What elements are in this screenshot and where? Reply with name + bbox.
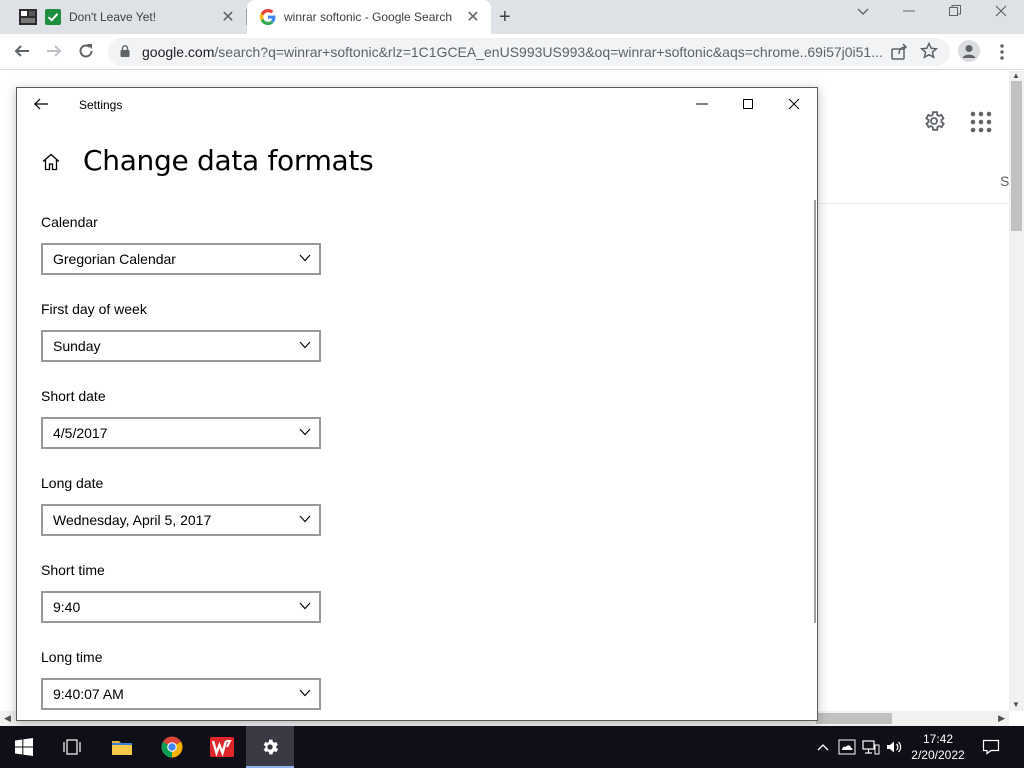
browser-toolbar: google.com/search?q=winrar+softonic&rlz=… <box>0 34 1024 70</box>
chevron-down-icon <box>299 254 311 262</box>
wps-office-icon <box>210 737 234 757</box>
page-title: Change data formats <box>83 144 374 177</box>
tab-search-chevron-icon[interactable] <box>856 4 870 21</box>
field-label: First day of week <box>41 301 147 317</box>
field-label: Long time <box>41 649 103 665</box>
taskbar-clock[interactable]: 17:42 2/20/2022 <box>905 731 971 763</box>
check-box-icon <box>45 9 61 25</box>
address-bar[interactable]: google.com/search?q=winrar+softonic&rlz=… <box>108 38 950 66</box>
notification-center-icon[interactable] <box>982 739 1000 755</box>
chevron-down-icon <box>299 689 311 697</box>
browser-tab-strip: Don't Leave Yet! ✕ winrar softonic - Goo… <box>0 0 1024 34</box>
back-arrow-icon[interactable] <box>33 96 49 112</box>
profile-avatar[interactable] <box>958 40 980 67</box>
dropdown-value: Wednesday, April 5, 2017 <box>53 512 212 528</box>
chevron-down-icon <box>299 428 311 436</box>
settings-window: Settings Change data formats Calendar Gr… <box>16 87 818 721</box>
volume-speaker-icon[interactable] <box>886 739 904 755</box>
tab-dont-leave-yet[interactable]: Don't Leave Yet! ✕ <box>32 0 246 34</box>
chrome-icon <box>161 736 183 758</box>
google-g-icon <box>260 9 276 25</box>
scroll-down-arrow-icon[interactable]: ▼ <box>1012 700 1020 709</box>
long-date-setting: Long date Wednesday, April 5, 2017 <box>41 475 321 536</box>
start-button[interactable] <box>0 726 48 768</box>
onedrive-cloud-icon[interactable] <box>838 739 856 755</box>
short-date-setting: Short date 4/5/2017 <box>41 388 321 449</box>
field-label: Short date <box>41 388 106 404</box>
tab-google-search[interactable]: winrar softonic - Google Search ✕ <box>247 0 491 34</box>
calendar-dropdown[interactable]: Gregorian Calendar <box>41 243 321 275</box>
field-label: Short time <box>41 562 105 578</box>
kebab-menu-icon[interactable] <box>994 43 1010 66</box>
new-tab-button[interactable]: + <box>499 6 511 29</box>
scrollbar-thumb[interactable] <box>816 713 892 724</box>
windows-taskbar: 17:42 2/20/2022 <box>0 726 1024 768</box>
browser-close-button[interactable] <box>994 4 1008 21</box>
scroll-left-arrow-icon[interactable]: ◀ <box>4 713 11 724</box>
url-domain: google.com <box>142 44 215 60</box>
results-divider <box>816 203 1009 204</box>
clock-time: 17:42 <box>922 732 954 746</box>
chevron-down-icon <box>299 515 311 523</box>
share-icon[interactable] <box>890 43 908 66</box>
short-time-dropdown[interactable]: 9:40 <box>41 591 321 623</box>
field-label: Calendar <box>41 214 98 230</box>
settings-gear-icon[interactable] <box>922 109 946 133</box>
settings-taskbar-button[interactable] <box>246 726 294 768</box>
browser-restore-button[interactable] <box>948 4 962 21</box>
file-explorer-icon <box>112 741 132 755</box>
clock-date: 2/20/2022 <box>911 748 965 762</box>
maximize-button[interactable] <box>725 88 771 120</box>
dropdown-value: Sunday <box>53 338 101 354</box>
task-view-icon <box>63 739 81 755</box>
close-tab-icon[interactable]: ✕ <box>218 7 238 27</box>
dropdown-value: Gregorian Calendar <box>53 251 176 267</box>
bookmark-star-icon[interactable] <box>919 41 939 65</box>
windows-start-icon <box>15 738 33 756</box>
lock-icon[interactable] <box>120 45 130 57</box>
long-date-dropdown[interactable]: Wednesday, April 5, 2017 <box>41 504 321 536</box>
dropdown-value: 9:40 <box>53 599 81 615</box>
long-time-dropdown[interactable]: 9:40:07 AM <box>41 678 321 710</box>
google-apps-grid-icon[interactable] <box>970 111 992 133</box>
window-title: Settings <box>79 98 123 112</box>
short-date-dropdown[interactable]: 4/5/2017 <box>41 417 321 449</box>
settings-gear-icon <box>263 739 279 755</box>
network-icon[interactable] <box>862 739 880 755</box>
long-time-setting: Long time 9:40:07 AM <box>41 649 321 710</box>
dropdown-value: 4/5/2017 <box>53 425 108 441</box>
calendar-setting: Calendar Gregorian Calendar <box>41 214 321 275</box>
url-text: google.com/search?q=winrar+softonic&rlz=… <box>142 44 882 60</box>
chevron-down-icon <box>299 341 311 349</box>
partial-text: S <box>1000 173 1010 189</box>
tab-title: Don't Leave Yet! <box>69 10 157 24</box>
first-day-of-week-setting: First day of week Sunday <box>41 301 321 362</box>
field-label: Long date <box>41 475 104 491</box>
close-button[interactable] <box>771 88 817 120</box>
scroll-up-arrow-icon[interactable]: ▲ <box>1012 71 1020 80</box>
task-view-button[interactable] <box>48 726 96 768</box>
chrome-taskbar-button[interactable] <box>148 726 196 768</box>
show-hidden-icons-chevron-icon[interactable] <box>814 739 832 755</box>
url-path: /search?q=winrar+softonic&rlz=1C1GCEA_en… <box>214 44 882 60</box>
tab-title: winrar softonic - Google Search <box>284 10 453 24</box>
close-tab-icon[interactable]: ✕ <box>463 7 483 27</box>
page-vertical-scrollbar[interactable]: ▲ ▼ <box>1009 71 1024 711</box>
browser-minimize-button[interactable] <box>902 4 916 21</box>
scrollbar-thumb[interactable] <box>1011 81 1022 231</box>
short-time-setting: Short time 9:40 <box>41 562 321 623</box>
file-explorer-button[interactable] <box>98 726 146 768</box>
home-icon[interactable] <box>41 152 61 172</box>
back-arrow-icon[interactable] <box>12 42 32 62</box>
dropdown-value: 9:40:07 AM <box>53 686 124 702</box>
chevron-down-icon <box>299 602 311 610</box>
reload-icon[interactable] <box>76 42 96 62</box>
wps-office-button[interactable] <box>198 726 246 768</box>
settings-scrollbar[interactable] <box>814 200 816 623</box>
minimize-button[interactable] <box>679 88 725 120</box>
settings-title-bar: Settings <box>17 88 817 120</box>
forward-arrow-icon[interactable] <box>44 42 64 62</box>
scroll-right-arrow-icon[interactable]: ▶ <box>998 713 1005 724</box>
first-day-of-week-dropdown[interactable]: Sunday <box>41 330 321 362</box>
